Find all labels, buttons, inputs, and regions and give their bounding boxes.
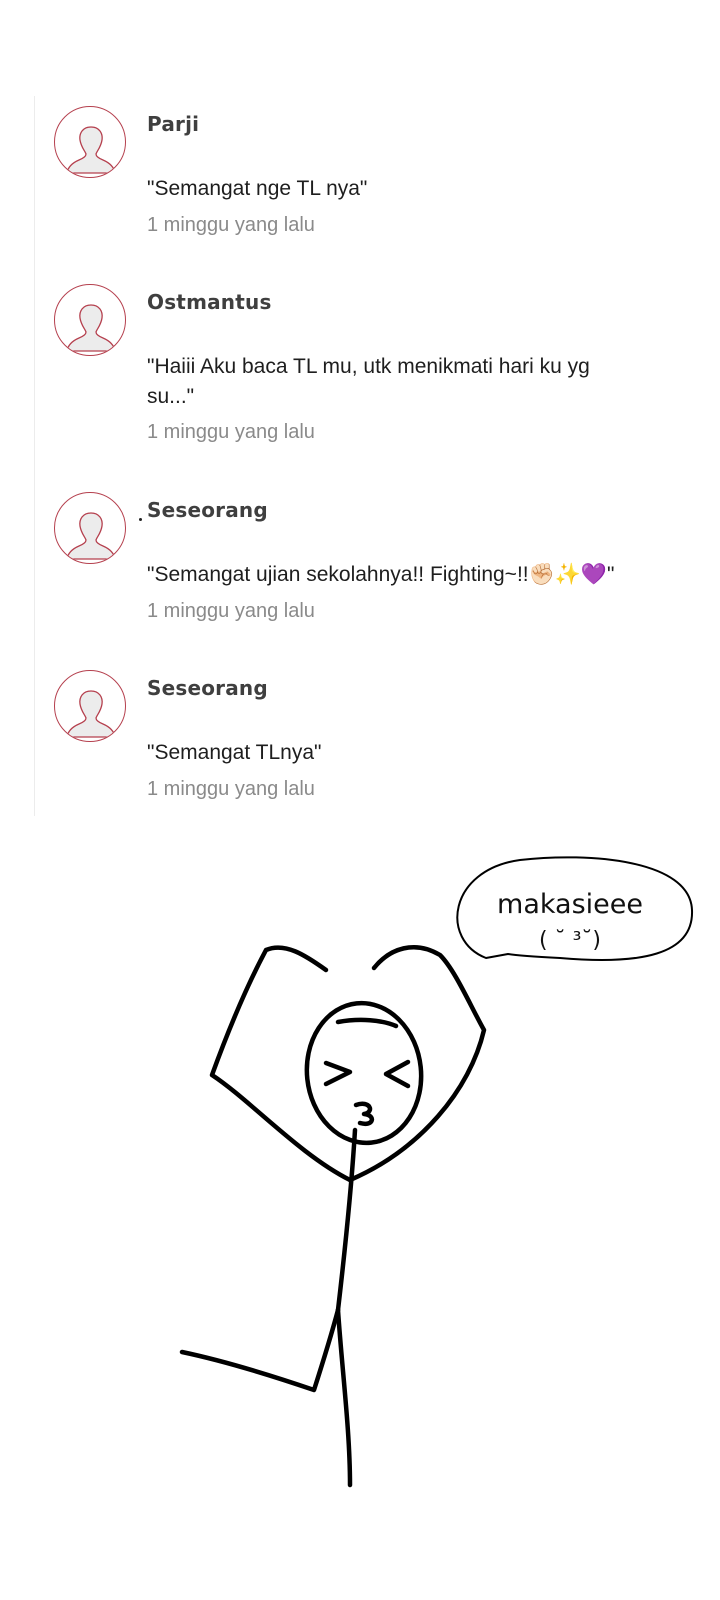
comment-timestamp: 1 minggu yang lalu: [147, 600, 315, 622]
comment-feed: Parji "Semangat nge TL nya" 1 minggu yan…: [34, 96, 695, 816]
speech-bubble-face: ( ˘ ³˘): [539, 928, 601, 953]
comment-author[interactable]: Seseorang: [147, 676, 268, 700]
comment-timestamp: 1 minggu yang lalu: [147, 214, 315, 236]
comment-message: "Haiii Aku baca TL mu, utk menikmati har…: [147, 355, 590, 408]
comment-timestamp: 1 minggu yang lalu: [147, 421, 315, 443]
default-user-avatar-icon[interactable]: [54, 284, 126, 356]
comment-item[interactable]: Seseorang "Semangat TLnya" 1 minggu yang…: [35, 660, 695, 820]
head-top-stroke: [335, 1017, 399, 1029]
speech-bubble-text: makasieee: [497, 889, 643, 920]
stray-dot: [139, 518, 142, 521]
torso: [335, 1127, 358, 1313]
right-leg: [335, 1307, 353, 1488]
comment-author[interactable]: Seseorang: [147, 498, 268, 522]
comment-message: "Semangat TLnya": [147, 741, 322, 764]
comment-timestamp: 1 minggu yang lalu: [147, 778, 315, 800]
comment-author[interactable]: Ostmantus: [147, 290, 272, 314]
right-arm: [347, 945, 487, 1183]
comment-author[interactable]: Parji: [147, 112, 199, 136]
default-user-avatar-icon[interactable]: [54, 670, 126, 742]
default-user-avatar-icon[interactable]: [54, 106, 126, 178]
default-user-avatar-icon[interactable]: [54, 492, 126, 564]
right-eye: [383, 1059, 411, 1089]
comment-message: "Semangat nge TL nya": [147, 177, 368, 200]
comment-message: "Semangat ujian sekolahnya!! Fighting~!!…: [147, 563, 615, 586]
comment-item[interactable]: Seseorang "Semangat ujian sekolahnya!! F…: [35, 482, 695, 642]
left-leg: [179, 1307, 341, 1393]
comment-item[interactable]: Parji "Semangat nge TL nya" 1 minggu yan…: [35, 96, 695, 256]
left-eye: [323, 1060, 353, 1087]
mouth: [353, 1101, 374, 1127]
comment-item[interactable]: Ostmantus "Haiii Aku baca TL mu, utk men…: [35, 274, 695, 474]
